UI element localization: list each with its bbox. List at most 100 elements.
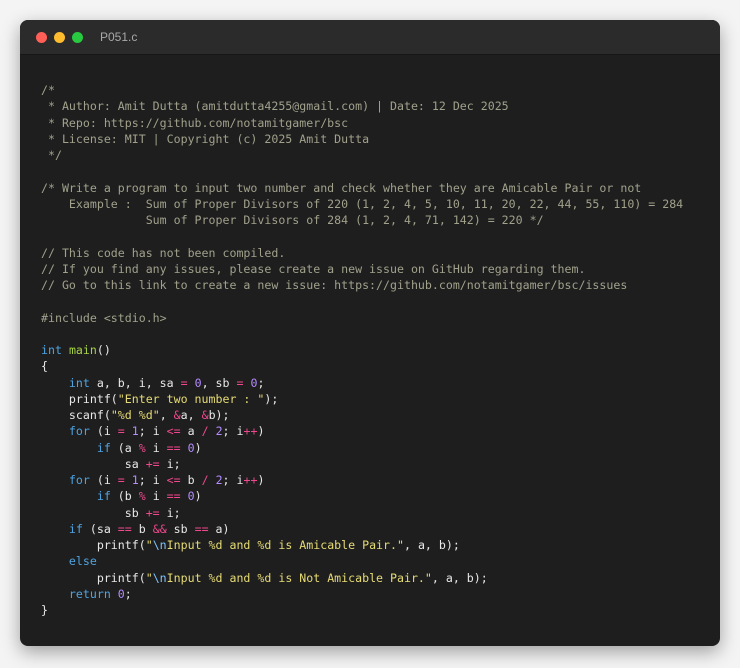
- code-token: }: [41, 603, 48, 617]
- code-token: a): [208, 521, 230, 536]
- code-line: */: [41, 147, 720, 163]
- code-token: for: [68, 424, 90, 439]
- close-window-button[interactable]: [36, 32, 47, 43]
- code-line: scanf("%d %d", &a, &b);: [41, 407, 720, 423]
- code-token: (b: [110, 489, 139, 504]
- code-token: =: [180, 375, 188, 390]
- code-token: i: [145, 489, 167, 504]
- code-token: * Author: Amit Dutta (amitdutta4255@gmai…: [41, 99, 509, 114]
- code-token: Example : Sum of Proper Divisors of 220 …: [41, 196, 684, 211]
- code-line: printf("\nInput %d and %d is Amicable Pa…: [41, 537, 720, 553]
- code-token: &: [201, 408, 209, 422]
- code-token: <=: [166, 473, 181, 487]
- code-token: 2: [215, 424, 223, 439]
- code-token: * Repo: https://github.com/notamitgamer/…: [41, 115, 349, 130]
- code-token: return: [68, 586, 111, 601]
- code-token: a: [180, 424, 202, 439]
- code-token: i;: [159, 456, 181, 471]
- code-token: sb: [166, 521, 195, 536]
- code-token: if: [96, 440, 111, 455]
- code-token: for: [68, 473, 90, 487]
- code-token: 0: [187, 440, 195, 455]
- code-token: 0: [117, 586, 125, 601]
- code-token: sb: [41, 505, 146, 520]
- code-token: "%d %d": [110, 408, 160, 422]
- code-token: ; i: [138, 424, 167, 439]
- code-line: * License: MIT | Copyright (c) 2025 Amit…: [41, 131, 720, 147]
- code-line: for (i = 1; i <= b / 2; i++): [41, 472, 720, 488]
- code-line: // Go to this link to create a new issue…: [41, 277, 720, 293]
- code-token: (sa: [82, 521, 118, 536]
- code-line: printf("Enter two number : ");: [41, 391, 720, 407]
- code-token: 0: [187, 489, 195, 504]
- code-line: else: [41, 553, 720, 569]
- code-token: ,: [159, 408, 174, 422]
- code-token: Sum of Proper Divisors of 284 (1, 2, 4, …: [41, 213, 544, 227]
- code-token: (i: [89, 473, 118, 487]
- code-line: int a, b, i, sa = 0, sb = 0;: [41, 375, 720, 391]
- code-line: // If you find any issues, please create…: [41, 261, 720, 277]
- code-token: sa: [41, 456, 146, 471]
- code-token: ; i: [222, 473, 244, 487]
- code-token: b);: [208, 408, 230, 422]
- code-token: b: [180, 473, 202, 487]
- code-window: P051.c /* * Author: Amit Dutta (amitdutt…: [20, 20, 720, 646]
- code-token: (i: [89, 424, 118, 439]
- code-token: ): [257, 473, 265, 487]
- minimize-window-button[interactable]: [54, 32, 65, 43]
- file-name-title: P051.c: [100, 30, 138, 44]
- code-token: ): [194, 489, 202, 504]
- code-token: =: [117, 424, 125, 439]
- code-line: /*: [41, 82, 720, 98]
- code-token: /* Write a program to input two number a…: [41, 180, 642, 195]
- code-token: \n: [152, 570, 167, 585]
- code-token: printf(: [41, 391, 118, 406]
- code-token: +=: [145, 456, 160, 471]
- code-token: =: [117, 473, 125, 487]
- code-line: // This code has not been compiled.: [41, 245, 720, 261]
- code-token: ": [145, 538, 153, 552]
- code-token: if: [96, 489, 111, 504]
- code-editor[interactable]: /* * Author: Amit Dutta (amitdutta4255@g…: [41, 82, 720, 618]
- code-line: return 0;: [41, 586, 720, 602]
- code-token: */: [41, 148, 62, 162]
- code-token: {: [41, 359, 48, 374]
- code-token: /: [201, 424, 209, 439]
- maximize-window-button[interactable]: [72, 32, 83, 43]
- code-line: sb += i;: [41, 505, 720, 521]
- code-token: "Enter two number : ": [117, 391, 265, 406]
- code-token: , sb: [201, 375, 237, 390]
- code-token: , a, b);: [403, 538, 460, 552]
- code-line: /* Write a program to input two number a…: [41, 180, 720, 196]
- code-line: printf("\nInput %d and %d is Not Amicabl…: [41, 570, 720, 586]
- code-token: Input %d and %d is Amicable Pair.": [166, 538, 404, 552]
- window-titlebar: P051.c: [20, 20, 720, 55]
- code-token: ==: [166, 489, 181, 504]
- code-token: printf(: [41, 570, 146, 585]
- code-token: i;: [159, 505, 181, 520]
- code-line: Example : Sum of Proper Divisors of 220 …: [41, 196, 720, 212]
- code-token: ==: [166, 440, 181, 455]
- code-token: %: [138, 440, 146, 455]
- code-line: sa += i;: [41, 456, 720, 472]
- code-token: , a, b);: [431, 570, 488, 585]
- code-token: a, b, i, sa: [89, 375, 181, 390]
- code-token: // If you find any issues, please create…: [41, 261, 586, 276]
- code-token: &: [173, 408, 181, 422]
- code-line: if (a % i == 0): [41, 440, 720, 456]
